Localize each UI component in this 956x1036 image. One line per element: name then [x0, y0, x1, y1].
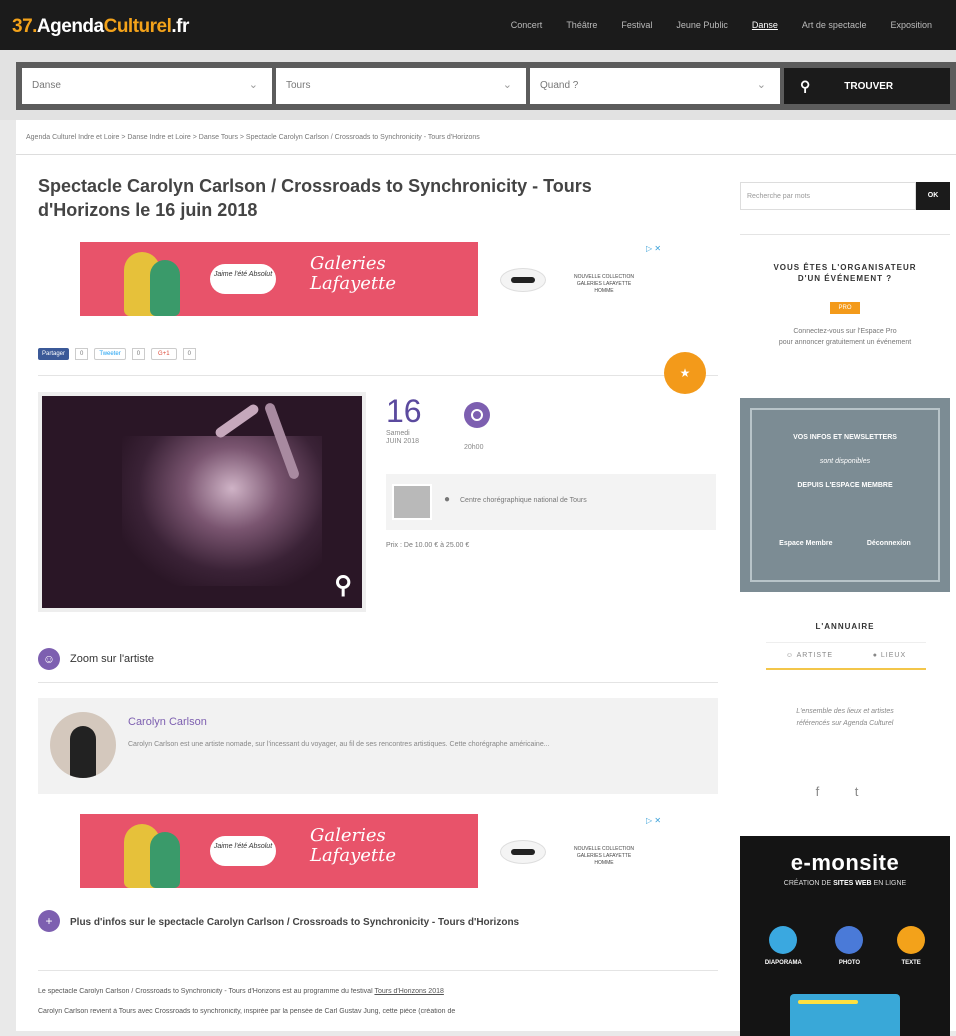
category-select[interactable]: Danse ⌄ — [22, 68, 272, 104]
chevron-down-icon: ⌄ — [248, 79, 258, 91]
description-paragraph: Carolyn Carlson revient à Tours avec Cro… — [38, 1008, 456, 1015]
zoom-icon[interactable]: ⚲ — [334, 571, 352, 600]
pro-badge[interactable]: PRO — [830, 302, 860, 314]
breadcrumb[interactable]: Agenda Culturel Indre et Loire > Danse I… — [26, 134, 480, 141]
avatar — [50, 712, 116, 778]
festival-link[interactable]: Tours d'Horizons 2018 — [374, 988, 443, 995]
search-icon: ⚲ — [800, 77, 811, 94]
gplus-share-button[interactable]: G+1 — [151, 348, 177, 360]
facebook-share-button[interactable]: Partager — [38, 348, 70, 360]
nav-item-exposition[interactable]: Exposition — [890, 20, 932, 30]
clock-icon — [464, 402, 490, 428]
top-navbar: 37.AgendaCulturel.fr Concert Théâtre Fes… — [0, 0, 956, 50]
organizer-block: VOUS ÊTES L'ORGANISATEUR D'UN ÉVÉNEMENT … — [773, 263, 917, 346]
social-links[interactable]: f t — [740, 784, 950, 799]
directory-text: L'ensemble des lieux et artistes référen… — [796, 708, 894, 727]
chevron-down-icon: ⌄ — [502, 79, 512, 91]
divider — [740, 234, 950, 235]
facebook-share-count: 0 — [75, 348, 89, 360]
event-price: Prix : De 10.00 € à 25.00 € — [386, 542, 470, 549]
banner-ad-middle[interactable]: Jaime l'été Absolut Galeries Lafayette N… — [80, 814, 680, 888]
search-area: Danse ⌄ Tours ⌄ Quand ? ⌄ ⚲ TROUVER — [0, 50, 956, 120]
nav-item-art-de-spectacle[interactable]: Art de spectacle — [802, 20, 867, 30]
event-time: 20h00 — [464, 444, 484, 451]
find-button[interactable]: ⚲ TROUVER — [784, 68, 950, 104]
text-icon: TEXTE — [897, 926, 926, 966]
chevron-down-icon: ⌄ — [756, 79, 766, 91]
description-paragraph: Le spectacle Carolyn Carlson / Crossroad… — [38, 988, 444, 995]
ad-image: Jaime l'été Absolut Galeries Lafayette — [80, 242, 478, 316]
photo-icon: PHOTO — [835, 926, 864, 966]
directory-heading: L'ANNUAIRE — [815, 622, 875, 631]
diaporama-icon: DIAPORAMA — [765, 926, 802, 966]
artist-name[interactable]: Carolyn Carlson — [128, 716, 207, 728]
event-photo[interactable]: ⚲ — [38, 392, 366, 612]
emonsite-ad[interactable]: e-monsite CRÉATION DE SITES WEB EN LIGNE… — [740, 836, 950, 1036]
nav-item-concert[interactable]: Concert — [511, 20, 543, 30]
banner-ad-top[interactable]: Jaime l'été Absolut Galeries Lafayette N… — [80, 242, 680, 316]
member-space-banner[interactable]: VOS INFOS ET NEWSLETTERS sont disponible… — [740, 398, 950, 592]
venue-name: Centre chorégraphique national de Tours — [460, 497, 587, 504]
twitter-share-button[interactable]: Tweeter — [94, 348, 126, 360]
nav-item-theatre[interactable]: Théâtre — [566, 20, 597, 30]
gplus-share-count: 0 — [182, 348, 196, 360]
share-bar: Partager 0 Tweeter 0 G+1 0 — [38, 348, 196, 360]
more-info-heading: + — [38, 910, 60, 932]
nav-item-danse[interactable]: Danse — [752, 20, 778, 30]
nav-item-jeune-public[interactable]: Jeune Public — [676, 20, 728, 30]
divider — [16, 154, 956, 155]
page-title: Spectacle Carolyn Carlson / Crossroads t… — [38, 176, 592, 220]
plus-icon: + — [38, 910, 60, 932]
member-space-link[interactable]: Espace Membre — [779, 540, 832, 547]
map-pin-icon: ● — [444, 494, 451, 505]
map-pin-icon: ● — [872, 652, 881, 659]
main-nav: Concert Théâtre Festival Jeune Public Da… — [511, 0, 956, 50]
logout-link[interactable]: Déconnexion — [867, 540, 911, 547]
artist-description: Carolyn Carlson est une artiste nomade, … — [128, 741, 550, 748]
event-date: 16 Samedi JUIN 2018 — [386, 393, 422, 445]
artist-card[interactable]: Carolyn Carlson Carolyn Carlson est une … — [38, 698, 718, 794]
venue-card[interactable]: ● Centre chorégraphique national de Tour… — [386, 474, 716, 530]
keyword-search-input[interactable]: Recherche par mots — [740, 182, 916, 210]
keyword-search-ok-button[interactable]: OK — [916, 182, 950, 210]
hat-image — [500, 268, 546, 292]
event-search-bar: Danse ⌄ Tours ⌄ Quand ? ⌄ ⚲ TROUVER — [16, 62, 956, 110]
screen-image — [790, 994, 900, 1036]
nav-item-festival[interactable]: Festival — [621, 20, 652, 30]
ad-choices-icon[interactable]: ▷ ✕ — [646, 244, 661, 253]
ad-image: Jaime l'été Absolut Galeries Lafayette — [80, 814, 478, 888]
tab-artiste[interactable]: ☺ ARTISTE — [786, 652, 833, 659]
twitter-share-count: 0 — [131, 348, 146, 360]
bookmark-icon[interactable]: ★ — [664, 352, 706, 394]
keyword-search: Recherche par mots OK — [740, 182, 950, 210]
ad-choices-icon[interactable]: ▷ ✕ — [646, 816, 661, 825]
page-content: Agenda Culturel Indre et Loire > Danse I… — [16, 120, 956, 1036]
more-info-title: Plus d'infos sur le spectacle Carolyn Ca… — [70, 917, 520, 928]
directory-tabs: ☺ ARTISTE ● LIEUX — [766, 642, 926, 670]
hat-image — [500, 840, 546, 864]
site-logo[interactable]: 37.AgendaCulturel.fr — [12, 16, 189, 38]
venue-thumbnail — [392, 484, 432, 520]
tab-lieux[interactable]: ● LIEUX — [873, 652, 906, 659]
user-icon: ☺ — [38, 648, 60, 670]
user-icon: ☺ — [785, 652, 797, 659]
artist-section-heading: ☺ Zoom sur l'artiste — [38, 648, 154, 670]
divider — [38, 682, 718, 683]
divider — [38, 970, 718, 971]
divider — [38, 375, 718, 376]
date-select[interactable]: Quand ? ⌄ — [530, 68, 780, 104]
city-select[interactable]: Tours ⌄ — [276, 68, 526, 104]
